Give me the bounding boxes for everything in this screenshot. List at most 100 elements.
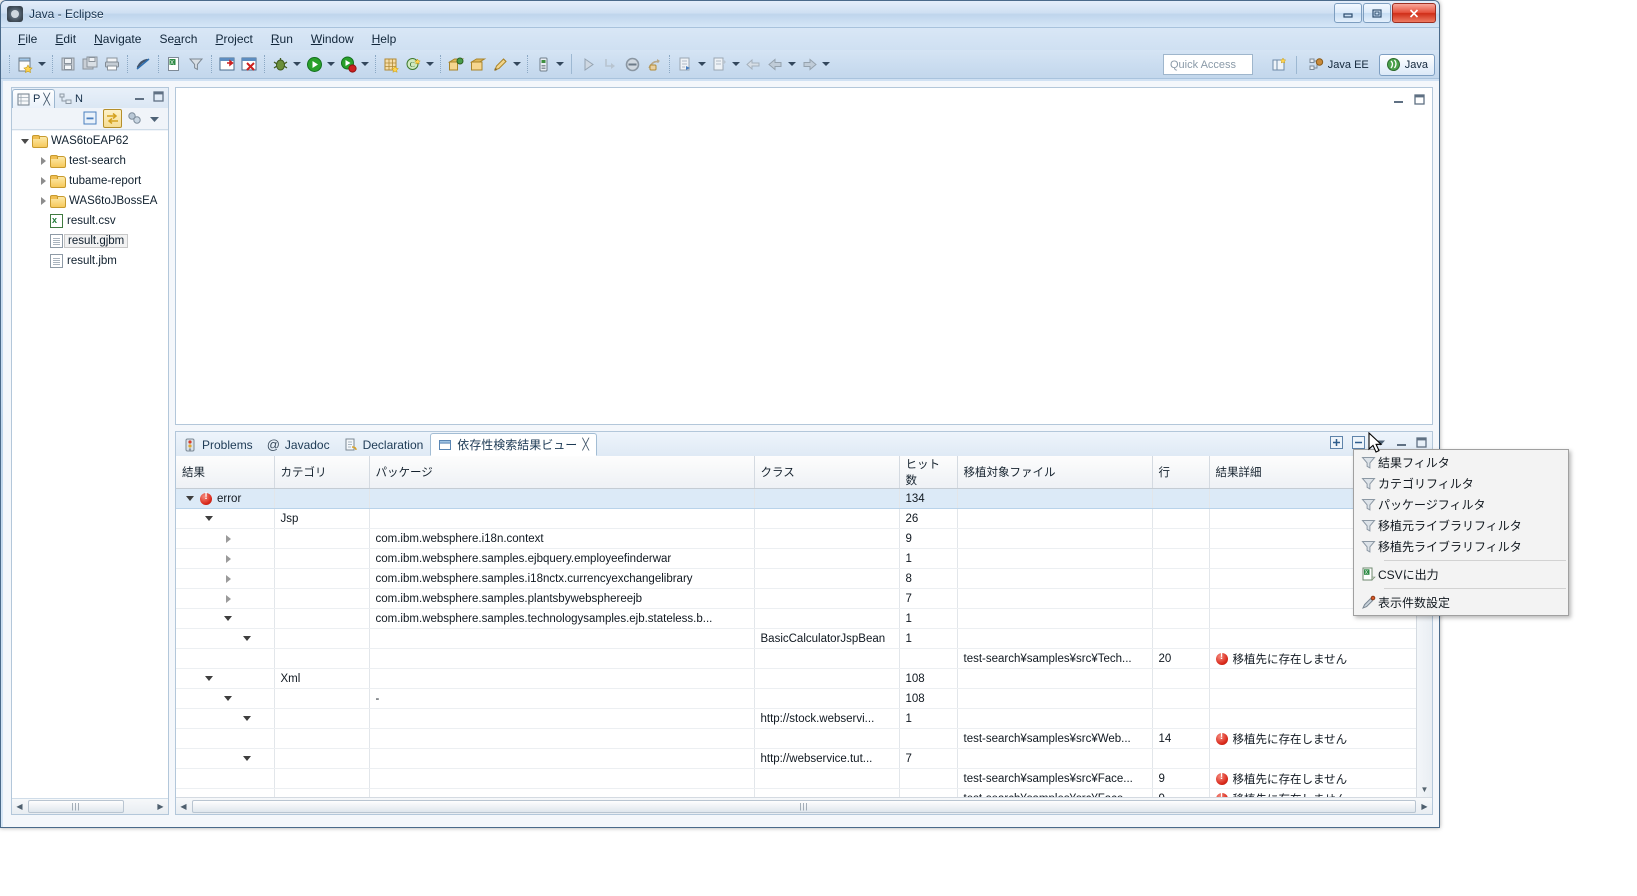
filter-icon[interactable] bbox=[185, 53, 207, 75]
row-twisty-collapsed-icon[interactable] bbox=[222, 573, 234, 585]
new-table-row-icon[interactable] bbox=[216, 53, 238, 75]
minimize-button[interactable] bbox=[1334, 3, 1362, 23]
scroll-left-arrow-icon[interactable]: ◀ bbox=[176, 799, 191, 814]
table-row[interactable]: error 134 bbox=[176, 488, 1417, 509]
new-class-dropdown-icon[interactable] bbox=[424, 53, 436, 75]
column-header-package[interactable]: パッケージ bbox=[369, 456, 755, 489]
table-row[interactable]: com.ibm.websphere.samples.i18nctx.curren… bbox=[176, 568, 1417, 589]
table-row[interactable]: com.ibm.websphere.samples.plantsbywebsph… bbox=[176, 588, 1417, 609]
maximize-editor-icon[interactable] bbox=[1413, 93, 1426, 106]
delete-table-icon[interactable] bbox=[238, 53, 260, 75]
table-row[interactable]: test-search¥samples¥src¥Web... 14 移植先に存在しま… bbox=[176, 728, 1417, 749]
save-all-icon[interactable] bbox=[79, 53, 101, 75]
table-row[interactable]: Xml 108 bbox=[176, 668, 1417, 689]
debug-icon[interactable] bbox=[269, 53, 291, 75]
menu-item-csv-export[interactable]: X CSVに出力 bbox=[1354, 564, 1568, 585]
save-icon[interactable] bbox=[57, 53, 79, 75]
table-row[interactable]: test-search¥samples¥src¥Tech... 20 移植先に存在し… bbox=[176, 648, 1417, 669]
tree-twisty-collapsed-icon[interactable] bbox=[36, 154, 50, 168]
quick-access-input[interactable]: Quick Access bbox=[1163, 54, 1253, 75]
tab-navigator[interactable]: N bbox=[55, 89, 87, 108]
coverage-dropdown-icon[interactable] bbox=[359, 53, 371, 75]
menu-item-filter[interactable]: パッケージフィルタ bbox=[1354, 494, 1568, 515]
tab-problems[interactable]: Problems bbox=[176, 433, 260, 456]
column-header-result[interactable]: 結果 bbox=[176, 456, 275, 489]
row-twisty-expanded-icon[interactable] bbox=[203, 673, 215, 685]
collapse-all-icon[interactable] bbox=[1351, 435, 1366, 450]
row-twisty-collapsed-icon[interactable] bbox=[222, 553, 234, 565]
row-twisty-collapsed-icon[interactable] bbox=[222, 593, 234, 605]
table-row[interactable]: com.ibm.websphere.samples.ejbquery.emplo… bbox=[176, 548, 1417, 569]
view-hierarchy-icon[interactable] bbox=[126, 110, 143, 127]
expand-all-icon[interactable] bbox=[1329, 435, 1344, 450]
open-type-icon[interactable] bbox=[445, 53, 467, 75]
scroll-right-arrow-icon[interactable]: ▶ bbox=[1417, 799, 1432, 814]
perspective-java-ee[interactable]: Java EE bbox=[1302, 54, 1376, 76]
close-icon[interactable]: ╳ bbox=[43, 93, 50, 106]
menu-file[interactable]: File bbox=[9, 30, 46, 48]
close-button[interactable] bbox=[1392, 3, 1436, 23]
scrollbar-thumb[interactable]: ||| bbox=[28, 800, 124, 813]
step-into-icon[interactable] bbox=[599, 53, 621, 75]
table-row[interactable]: test-search¥samples¥src¥Face... 9 移植先に存在しま… bbox=[176, 768, 1417, 789]
menu-edit[interactable]: Edit bbox=[46, 30, 85, 48]
minimize-editor-icon[interactable] bbox=[1392, 93, 1405, 106]
row-twisty-collapsed-icon[interactable] bbox=[222, 533, 234, 545]
coverage-icon[interactable] bbox=[337, 53, 359, 75]
tree-twisty-collapsed-icon[interactable] bbox=[36, 174, 50, 188]
tree-twisty-collapsed-icon[interactable] bbox=[36, 194, 50, 208]
menu-item-filter[interactable]: 移植元ライブラリフィルタ bbox=[1354, 515, 1568, 536]
maximize-button[interactable] bbox=[1363, 3, 1391, 23]
last-edit-location-icon[interactable] bbox=[742, 53, 764, 75]
table-row[interactable]: com.ibm.websphere.i18n.context 9 bbox=[176, 528, 1417, 549]
menu-navigate[interactable]: Navigate bbox=[85, 30, 150, 48]
menu-item-display-count-settings[interactable]: 表示件数設定 bbox=[1354, 592, 1568, 613]
tree-item-result-csv[interactable]: result.csv bbox=[12, 211, 168, 231]
forward-dropdown-icon[interactable] bbox=[820, 53, 832, 75]
new-wizard-icon[interactable] bbox=[14, 53, 36, 75]
collapse-all-icon[interactable] bbox=[82, 110, 99, 127]
tree-item-was6tojbossea[interactable]: WAS6toJBossEA bbox=[12, 191, 168, 211]
row-twisty-expanded-icon[interactable] bbox=[241, 753, 253, 765]
run-icon[interactable] bbox=[303, 53, 325, 75]
table-row[interactable]: http://stock.webservi... 1 bbox=[176, 708, 1417, 729]
package-explorer-hscrollbar[interactable]: ◀ ||| ▶ bbox=[12, 798, 168, 814]
print-icon[interactable] bbox=[101, 53, 123, 75]
column-header-line[interactable]: 行 bbox=[1152, 456, 1210, 489]
row-twisty-expanded-icon[interactable] bbox=[184, 493, 196, 505]
forward-icon[interactable] bbox=[798, 53, 820, 75]
tree-item-was6toeap62[interactable]: WAS6toEAP62 bbox=[12, 131, 168, 151]
minimize-view-icon[interactable] bbox=[133, 90, 146, 103]
tree-item-result-gjbm[interactable]: result.gjbm bbox=[12, 231, 168, 251]
step-over-icon[interactable] bbox=[643, 53, 665, 75]
external-tools-icon[interactable] bbox=[532, 53, 554, 75]
table-row[interactable]: Jsp 26 bbox=[176, 508, 1417, 529]
next-annotation-dropdown-icon[interactable] bbox=[696, 53, 708, 75]
tab-javadoc[interactable]: @ Javadoc bbox=[260, 433, 337, 456]
menu-project[interactable]: Project bbox=[206, 30, 261, 48]
tree-item-test-search[interactable]: test-search bbox=[12, 151, 168, 171]
resume-icon[interactable] bbox=[577, 53, 599, 75]
toggle-link-icon[interactable] bbox=[132, 53, 154, 75]
table-row[interactable]: com.ibm.websphere.samples.technologysamp… bbox=[176, 608, 1417, 629]
view-menu-icon[interactable] bbox=[147, 111, 162, 126]
column-header-hits[interactable]: ヒット数 bbox=[899, 456, 958, 489]
table-row[interactable]: - 108 bbox=[176, 688, 1417, 709]
tree-twisty-expanded-icon[interactable] bbox=[18, 134, 32, 148]
column-header-class[interactable]: クラス bbox=[754, 456, 900, 489]
scrollbar-thumb[interactable]: ||| bbox=[192, 799, 1416, 813]
tab-declaration[interactable]: Declaration bbox=[337, 433, 431, 456]
open-perspective-icon[interactable] bbox=[1269, 54, 1291, 76]
tab-dependency-search-result[interactable]: 依存性検索結果ビュー ╳ bbox=[430, 433, 597, 456]
table-row[interactable]: BasicCalculatorJspBean 1 bbox=[176, 628, 1417, 649]
annotation-icon[interactable] bbox=[489, 53, 511, 75]
scroll-down-arrow-icon[interactable]: ▼ bbox=[1417, 782, 1432, 797]
row-twisty-expanded-icon[interactable] bbox=[203, 513, 215, 525]
row-twisty-expanded-icon[interactable] bbox=[222, 693, 234, 705]
link-with-editor-icon[interactable] bbox=[103, 109, 122, 128]
scroll-right-arrow-icon[interactable]: ▶ bbox=[153, 799, 168, 814]
annotation-dropdown-icon[interactable] bbox=[511, 53, 523, 75]
menu-help[interactable]: Help bbox=[363, 30, 406, 48]
menu-item-filter[interactable]: 移植先ライブラリフィルタ bbox=[1354, 536, 1568, 557]
results-hscrollbar[interactable]: ◀ ||| ▶ bbox=[176, 797, 1432, 814]
